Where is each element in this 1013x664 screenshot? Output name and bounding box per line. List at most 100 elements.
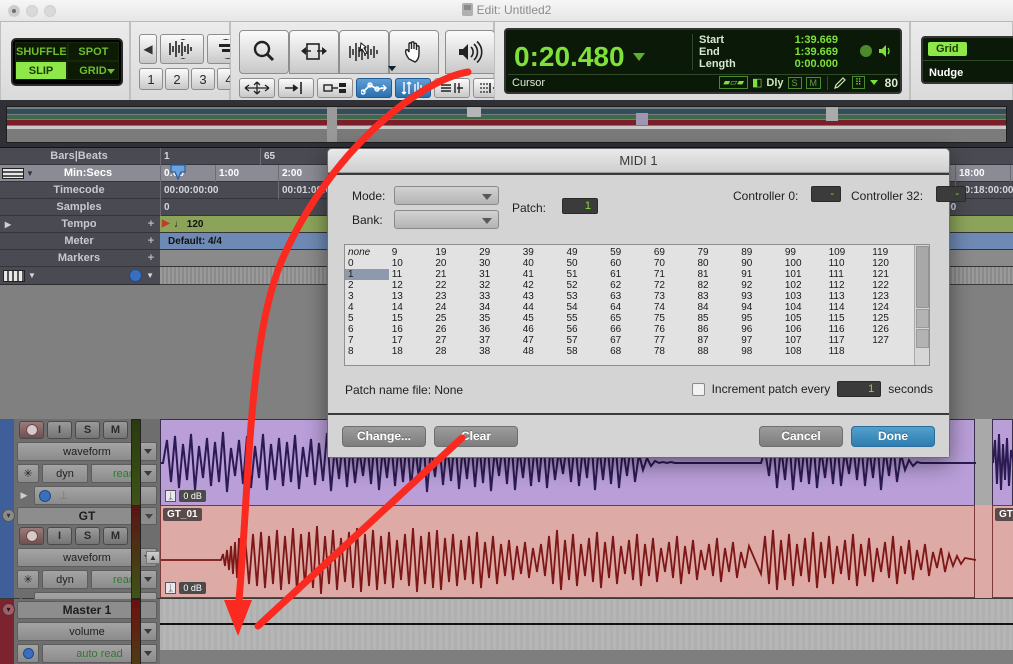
patch-cell[interactable]: 71 (651, 269, 695, 280)
voice-selector[interactable]: ✳ (17, 464, 39, 483)
patch-cell[interactable]: 82 (695, 280, 739, 291)
patch-cell[interactable]: 37 (476, 335, 520, 346)
patch-cell[interactable]: 25 (432, 313, 476, 324)
patch-cell[interactable]: 18 (389, 346, 433, 357)
patch-cell[interactable]: 51 (563, 269, 607, 280)
patch-cell[interactable]: 109 (826, 247, 870, 258)
patch-number-field[interactable]: 1 (562, 198, 598, 214)
clip-gain-icon[interactable]: ᛣ (165, 490, 177, 502)
default-velocity-value[interactable]: 80 (885, 76, 898, 90)
chevron-down-icon[interactable] (482, 194, 492, 200)
patch-cell[interactable]: 121 (869, 269, 913, 280)
patch-cell[interactable]: 116 (826, 324, 870, 335)
input-monitor-button[interactable]: I (47, 527, 72, 545)
patch-cell[interactable]: 9 (389, 247, 433, 258)
automation-mode-selector[interactable]: read (91, 570, 157, 589)
patch-cell[interactable]: 77 (651, 335, 695, 346)
zoom-preset-2[interactable]: 2 (165, 68, 189, 90)
patch-cell[interactable]: 114 (826, 302, 870, 313)
zoomer-tool[interactable] (239, 30, 396, 74)
patch-cell[interactable]: 52 (563, 280, 607, 291)
audio-clip-2[interactable]: GT_01 ᛣ 0 dB (160, 505, 977, 598)
patch-cell[interactable]: 29 (476, 247, 520, 258)
patch-cell[interactable]: 99 (782, 247, 826, 258)
track-expand-triangle-icon[interactable]: ▶ (17, 486, 31, 505)
patch-cell[interactable]: 87 (695, 335, 739, 346)
patch-cell[interactable]: 7 (345, 335, 389, 346)
delay-label[interactable]: Dly (766, 77, 783, 89)
scrubber-tool[interactable] (445, 30, 495, 74)
patch-cell[interactable]: 59 (607, 247, 651, 258)
chevron-down-icon[interactable]: ▼ (26, 169, 34, 178)
patch-cell[interactable]: 45 (520, 313, 564, 324)
patch-cell[interactable]: 60 (607, 258, 651, 269)
patch-cell[interactable]: 76 (651, 324, 695, 335)
chevron-down-icon[interactable]: ▼ (28, 271, 36, 280)
patch-cell[interactable]: 92 (738, 280, 782, 291)
patch-cell[interactable]: 90 (738, 258, 782, 269)
track-collapse-button[interactable]: ▾ (2, 603, 15, 616)
patch-cell[interactable]: 83 (695, 291, 739, 302)
trim-tool[interactable] (289, 30, 396, 74)
grid-label[interactable]: Grid (928, 42, 967, 56)
chevron-down-icon[interactable] (107, 69, 115, 74)
track-collapse-button[interactable]: ▾ (2, 509, 15, 522)
nudge-label[interactable]: Nudge (929, 67, 963, 79)
scrollbar-thumb[interactable] (916, 246, 929, 308)
patch-cell[interactable]: 107 (782, 335, 826, 346)
shuffle-mode-button[interactable]: SHUFFLE (15, 42, 68, 61)
patch-cell[interactable]: 30 (476, 258, 520, 269)
patch-cell[interactable]: 105 (782, 313, 826, 324)
solo-button[interactable]: S (75, 527, 100, 545)
patch-cell[interactable]: 28 (432, 346, 476, 357)
patch-cell[interactable]: 89 (738, 247, 782, 258)
patch-cell[interactable]: 79 (695, 247, 739, 258)
expand-triangle-icon[interactable]: ▶ (0, 220, 16, 229)
patch-cell[interactable]: 5 (345, 313, 389, 324)
mute-button[interactable]: M (103, 527, 128, 545)
patch-cell[interactable]: 31 (476, 269, 520, 280)
patch-cell[interactable]: 3 (345, 291, 389, 302)
patch-cell[interactable]: 22 (432, 280, 476, 291)
patch-cell[interactable]: 41 (520, 269, 564, 280)
chevron-down-icon[interactable]: ▼ (146, 271, 154, 280)
patch-cell[interactable]: 106 (782, 324, 826, 335)
patch-cell[interactable]: 74 (651, 302, 695, 313)
patch-cell[interactable]: 23 (432, 291, 476, 302)
zoom-out-button[interactable]: ◀ (139, 34, 157, 64)
change-button[interactable]: Change... (342, 425, 426, 447)
patch-cell[interactable]: 119 (869, 247, 913, 258)
zoom-preset-3[interactable]: 3 (191, 68, 215, 90)
ruler-name-tempo[interactable]: ▶ Tempo + (0, 216, 160, 233)
track-view-icon[interactable] (3, 269, 25, 282)
smart-tool-button[interactable] (239, 78, 275, 98)
patch-cell[interactable]: 95 (738, 313, 782, 324)
zoom-preset-1[interactable]: 1 (139, 68, 163, 90)
patch-cell[interactable]: 13 (389, 291, 433, 302)
patch-cell[interactable]: 110 (826, 258, 870, 269)
tab-to-transient-button[interactable] (395, 78, 431, 98)
grid-quantize-icon[interactable]: ⠿ (852, 76, 865, 89)
insertion-follows-button[interactable] (317, 78, 353, 98)
clock-icon[interactable] (129, 269, 143, 282)
audio-clip-2b[interactable]: GT_ (992, 505, 1013, 598)
main-counter-value[interactable]: 0:20.480 (514, 41, 625, 73)
patch-cell[interactable]: 88 (695, 346, 739, 357)
patch-cell[interactable]: 125 (869, 313, 913, 324)
patch-cell[interactable]: 124 (869, 302, 913, 313)
track-lane-2[interactable]: GT_01 ᛣ 0 dB GT_ (160, 505, 1013, 599)
link-timeline-edit-button[interactable] (434, 78, 470, 98)
track-color-bar[interactable] (0, 419, 14, 506)
patch-cell[interactable]: 80 (695, 258, 739, 269)
scrollbar-button-up[interactable] (916, 309, 929, 328)
increment-patch-checkbox[interactable] (691, 382, 705, 396)
patch-cell[interactable]: 122 (869, 280, 913, 291)
patch-cell[interactable]: 54 (563, 302, 607, 313)
controller0-field[interactable]: - (811, 186, 841, 202)
patch-cell[interactable]: 78 (651, 346, 695, 357)
patch-cell[interactable]: 34 (476, 302, 520, 313)
grid-nudge-display[interactable]: Grid 0 Nudge 0 (921, 36, 1013, 84)
session-overview-strip[interactable] (0, 100, 1013, 148)
ruler-name-samples[interactable]: Samples (0, 199, 160, 216)
patch-cell[interactable]: 47 (520, 335, 564, 346)
